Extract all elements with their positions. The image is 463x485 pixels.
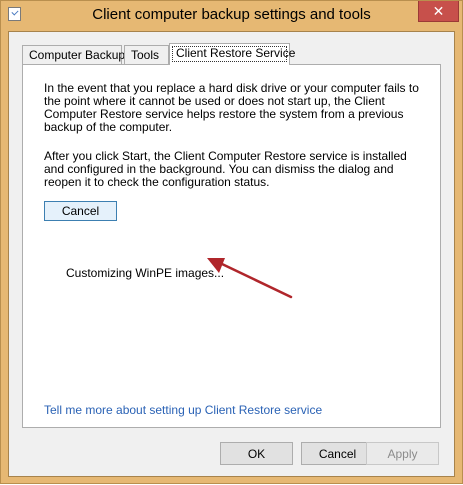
tab-client-restore-service[interactable]: Client Restore Service: [169, 43, 295, 65]
dialog-window: Client computer backup settings and tool…: [0, 0, 463, 484]
red-arrow-annotation: [207, 258, 293, 299]
